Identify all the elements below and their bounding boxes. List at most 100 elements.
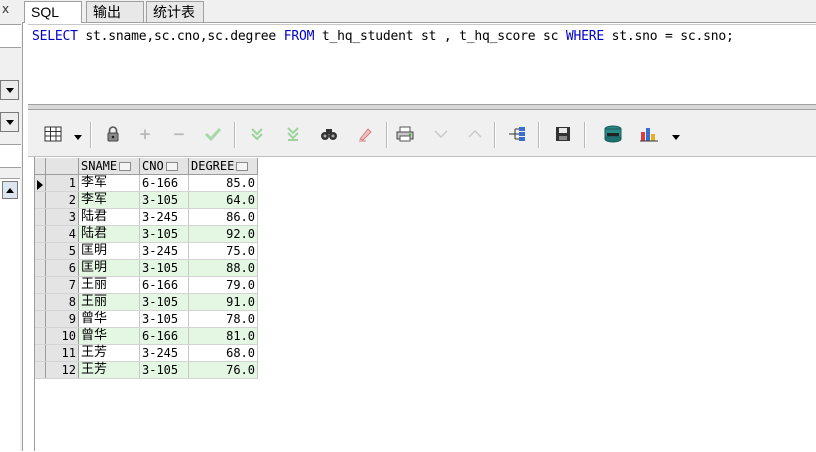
find-icon[interactable] — [318, 124, 340, 144]
cell-degree[interactable]: 64.0 — [188, 191, 258, 209]
lock-icon[interactable] — [102, 124, 124, 144]
column-header-sname[interactable]: SNAME — [78, 158, 140, 175]
cell-cno[interactable]: 3-245 — [139, 242, 189, 260]
column-menu-icon[interactable] — [119, 162, 132, 171]
row-indicator[interactable] — [35, 242, 46, 260]
table-row[interactable]: 12 王芳 3-105 76.0 — [35, 361, 258, 379]
result-grid: SNAME CNO DEGREE 1 李军 6-166 85.0 2 李军 3-105 64.… — [35, 158, 258, 379]
cell-degree[interactable]: 85.0 — [188, 174, 258, 192]
row-indicator[interactable] — [35, 361, 46, 379]
row-indicator[interactable] — [35, 310, 46, 328]
cell-sname[interactable]: 匡明 — [78, 242, 140, 260]
cell-sname[interactable]: 王丽 — [78, 293, 140, 311]
cell-cno[interactable]: 3-245 — [139, 208, 189, 226]
cell-sname[interactable]: 王芳 — [78, 361, 140, 379]
column-header-degree[interactable]: DEGREE — [188, 158, 258, 175]
table-row[interactable]: 7 王丽 6-166 79.0 — [35, 276, 258, 294]
cell-cno[interactable]: 3-245 — [139, 344, 189, 362]
row-number: 12 — [45, 361, 79, 379]
row-indicator[interactable] — [35, 276, 46, 294]
cell-sname[interactable]: 李军 — [78, 174, 140, 192]
cell-degree[interactable]: 92.0 — [188, 225, 258, 243]
column-menu-icon[interactable] — [236, 162, 249, 171]
cell-cno[interactable]: 3-105 — [139, 361, 189, 379]
row-indicator[interactable] — [35, 259, 46, 277]
cell-cno[interactable]: 6-166 — [139, 327, 189, 345]
chevron-up-icon — [6, 188, 14, 193]
close-icon[interactable]: x — [2, 2, 9, 16]
fetch-next-icon[interactable] — [246, 124, 268, 144]
query-by-example-icon[interactable] — [506, 124, 528, 144]
sort-desc-icon[interactable] — [430, 124, 452, 144]
cell-sname[interactable]: 陆君 — [78, 208, 140, 226]
left-scroll-up-button[interactable] — [2, 181, 18, 199]
delete-record-icon[interactable]: − — [168, 124, 190, 144]
cell-cno[interactable]: 6-166 — [139, 276, 189, 294]
row-number: 8 — [45, 293, 79, 311]
save-icon[interactable] — [552, 124, 574, 144]
row-indicator[interactable] — [35, 208, 46, 226]
cell-sname[interactable]: 李军 — [78, 191, 140, 209]
chevron-down-icon[interactable] — [672, 135, 680, 140]
post-changes-icon[interactable] — [202, 124, 224, 144]
row-indicator[interactable] — [35, 293, 46, 311]
row-indicator[interactable] — [35, 174, 46, 192]
row-indicator[interactable] — [35, 191, 46, 209]
row-indicator[interactable] — [35, 344, 46, 362]
cell-degree[interactable]: 86.0 — [188, 208, 258, 226]
grid-corner — [35, 158, 46, 175]
left-input-fragment-2[interactable] — [0, 144, 21, 168]
tab-sql[interactable]: SQL — [24, 1, 82, 23]
clear-icon[interactable] — [354, 124, 376, 144]
column-header-cno[interactable]: CNO — [139, 158, 189, 175]
cell-sname[interactable]: 曾华 — [78, 327, 140, 345]
add-record-icon[interactable]: + — [134, 124, 156, 144]
cell-sname[interactable]: 匡明 — [78, 259, 140, 277]
cell-sname[interactable]: 曾华 — [78, 310, 140, 328]
cell-sname[interactable]: 王丽 — [78, 276, 140, 294]
chart-icon[interactable] — [638, 124, 660, 144]
table-row[interactable]: 11 王芳 3-245 68.0 — [35, 344, 258, 362]
chevron-down-icon[interactable] — [74, 135, 82, 140]
row-indicator[interactable] — [35, 327, 46, 345]
table-row[interactable]: 2 李军 3-105 64.0 — [35, 191, 258, 209]
table-row[interactable]: 6 匡明 3-105 88.0 — [35, 259, 258, 277]
table-row[interactable]: 8 王丽 3-105 91.0 — [35, 293, 258, 311]
table-row[interactable]: 9 曾华 3-105 78.0 — [35, 310, 258, 328]
cell-cno[interactable]: 3-105 — [139, 259, 189, 277]
cell-cno[interactable]: 3-105 — [139, 225, 189, 243]
left-dropdown-2[interactable] — [0, 112, 19, 132]
cell-cno[interactable]: 3-105 — [139, 310, 189, 328]
cell-degree[interactable]: 68.0 — [188, 344, 258, 362]
table-row[interactable]: 3 陆君 3-245 86.0 — [35, 208, 258, 226]
cell-cno[interactable]: 3-105 — [139, 293, 189, 311]
sort-asc-icon[interactable] — [464, 124, 486, 144]
grid-view-icon[interactable] — [42, 124, 64, 144]
cell-degree[interactable]: 88.0 — [188, 259, 258, 277]
cell-degree[interactable]: 91.0 — [188, 293, 258, 311]
tab-statistics[interactable]: 统计表 — [146, 1, 204, 22]
table-row[interactable]: 5 匡明 3-245 75.0 — [35, 242, 258, 260]
cell-degree[interactable]: 81.0 — [188, 327, 258, 345]
cell-cno[interactable]: 3-105 — [139, 191, 189, 209]
cell-degree[interactable]: 79.0 — [188, 276, 258, 294]
cell-degree[interactable]: 76.0 — [188, 361, 258, 379]
table-row[interactable]: 10 曾华 6-166 81.0 — [35, 327, 258, 345]
tab-output[interactable]: 输出 — [86, 1, 144, 22]
row-number: 1 — [45, 174, 79, 192]
cell-degree[interactable]: 78.0 — [188, 310, 258, 328]
cell-sname[interactable]: 王芳 — [78, 344, 140, 362]
export-icon[interactable] — [602, 124, 624, 144]
table-row[interactable]: 4 陆君 3-105 92.0 — [35, 225, 258, 243]
row-indicator[interactable] — [35, 225, 46, 243]
fetch-last-icon[interactable] — [282, 124, 304, 144]
left-input-fragment[interactable] — [0, 24, 21, 48]
cell-cno[interactable]: 6-166 — [139, 174, 189, 192]
print-icon[interactable] — [394, 124, 416, 144]
sql-editor[interactable]: SELECT st.sname,sc.cno,sc.degree FROM t_… — [28, 24, 816, 105]
cell-sname[interactable]: 陆君 — [78, 225, 140, 243]
left-dropdown-1[interactable] — [0, 80, 19, 100]
table-row[interactable]: 1 李军 6-166 85.0 — [35, 174, 258, 192]
column-menu-icon[interactable] — [165, 162, 178, 171]
cell-degree[interactable]: 75.0 — [188, 242, 258, 260]
